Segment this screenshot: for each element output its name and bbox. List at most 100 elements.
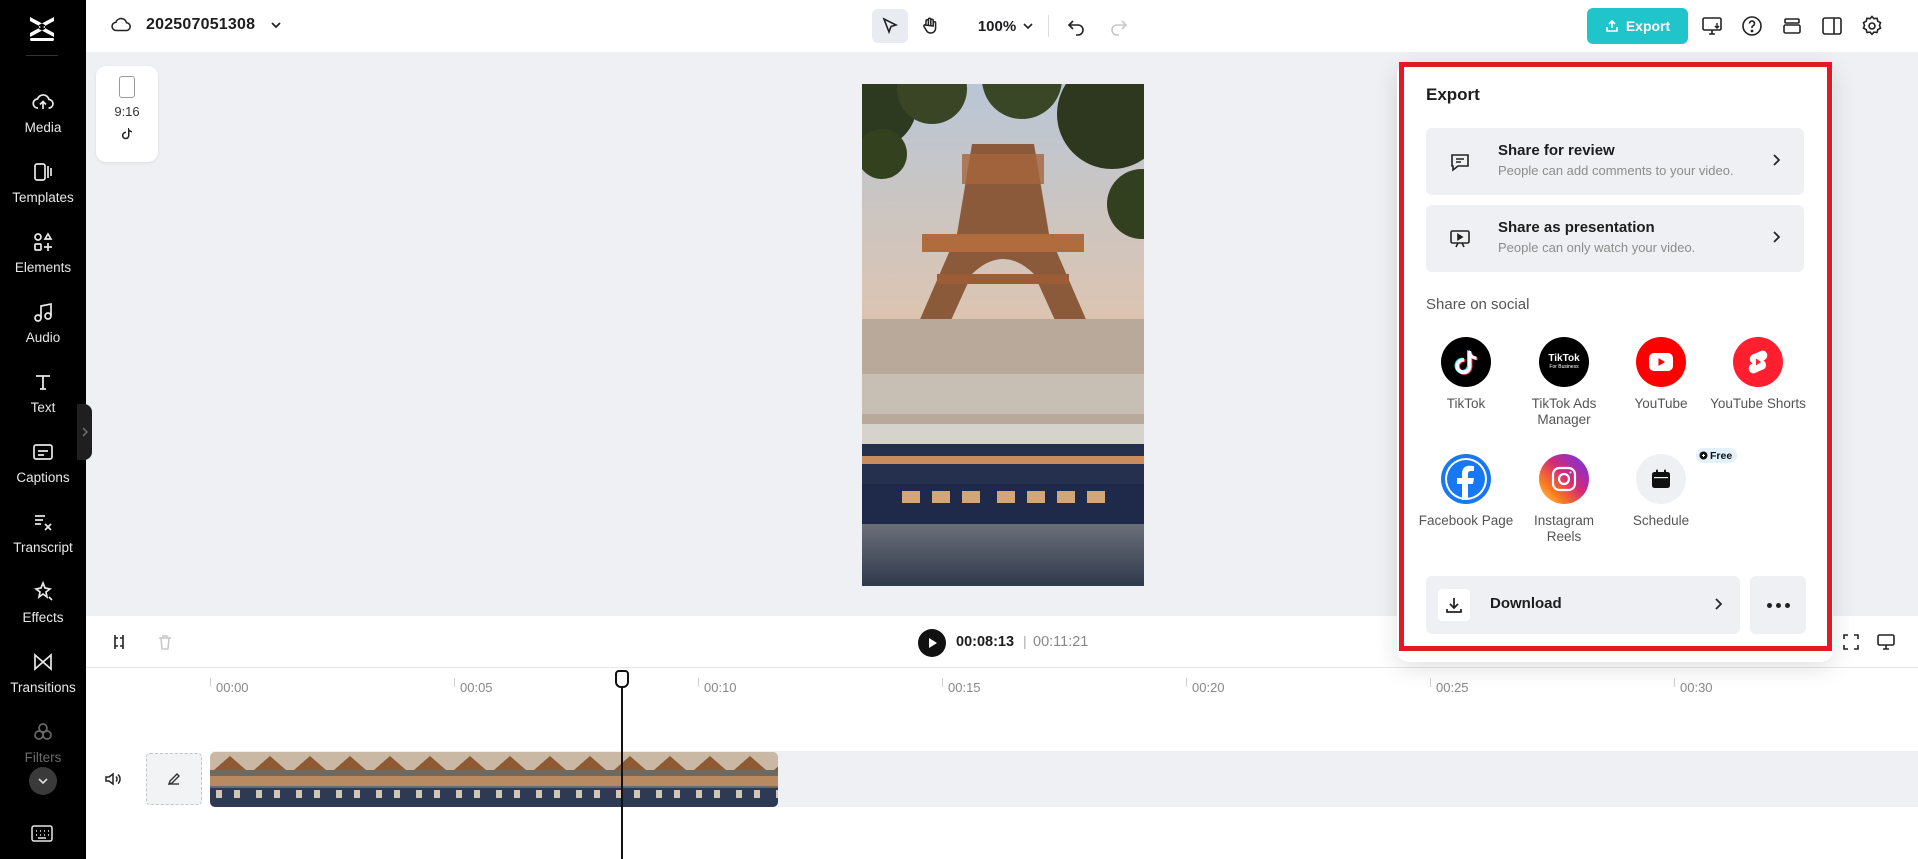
cover-edit-button[interactable] <box>146 753 202 805</box>
chevron-down-icon <box>271 22 281 29</box>
volume-icon[interactable] <box>104 770 122 793</box>
cursor-icon <box>882 17 899 35</box>
aspect-ratio-card[interactable]: 9:16 <box>96 66 158 162</box>
sidebar-item-templates[interactable]: Templates <box>0 156 86 222</box>
logo-text: TikTok <box>1548 352 1580 364</box>
transcript-icon <box>35 515 52 531</box>
present-icon[interactable] <box>1700 14 1724 38</box>
social-label: TikTok <box>1446 396 1486 411</box>
social-facebook-page[interactable]: Facebook Page <box>1418 454 1514 529</box>
download-label: Download <box>1490 595 1562 612</box>
video-clip[interactable] <box>210 752 778 807</box>
current-time: 00:08:13 <box>956 634 1015 650</box>
download-icon <box>1438 589 1470 621</box>
social-label: YouTube Shorts <box>1710 396 1806 411</box>
sidebar-item-text[interactable]: Text <box>0 366 86 432</box>
hand-tool-button[interactable] <box>912 9 948 43</box>
free-badge: Free <box>1696 448 1738 463</box>
left-sidebar: Media Templates Elements Audio Text Capt… <box>0 0 86 859</box>
top-toolbar: 202507051308 100% Export <box>86 0 1918 52</box>
zoom-value: 100% <box>977 17 1017 35</box>
sidebar-item-elements[interactable]: Elements <box>0 226 86 292</box>
redo-button[interactable] <box>1102 9 1136 43</box>
expand-more-button[interactable] <box>29 767 57 795</box>
sidebar-item-label: Effects <box>22 610 64 625</box>
ruler-label: 00:25 <box>1436 680 1469 695</box>
social-label: TikTok Ads Manager <box>1531 396 1597 427</box>
social-schedule[interactable]: Free Schedule <box>1613 448 1738 529</box>
tiktok-icon <box>1441 337 1491 387</box>
sidebar-item-media[interactable]: Media <box>0 86 86 152</box>
time-separator: | <box>1023 633 1027 649</box>
social-instagram-reels[interactable]: Instagram Reels <box>1516 454 1612 545</box>
upload-icon <box>1606 19 1618 32</box>
ruler-label: 00:15 <box>948 680 981 695</box>
split-icon[interactable] <box>110 633 128 656</box>
ruler-tick <box>942 678 943 687</box>
collapse-panel-handle[interactable] <box>77 404 92 460</box>
help-icon[interactable] <box>1740 14 1764 38</box>
chevron-right-icon <box>82 427 88 437</box>
transitions-icon <box>34 653 52 671</box>
timeline[interactable]: 00:00 00:05 00:10 00:15 00:20 00:25 00:3… <box>86 668 1918 859</box>
layers-icon[interactable] <box>1780 14 1804 38</box>
sidebar-item-effects[interactable]: Effects <box>0 576 86 642</box>
tiktok-icon <box>121 127 133 145</box>
monitor-icon[interactable] <box>1876 632 1896 657</box>
sidebar-item-label: Captions <box>16 470 70 485</box>
text-icon <box>36 375 50 390</box>
aspect-ratio-label: 9:16 <box>114 104 140 119</box>
playhead[interactable] <box>621 678 623 859</box>
project-title[interactable]: 202507051308 <box>110 14 283 36</box>
social-youtube[interactable]: YouTube <box>1613 337 1709 412</box>
delete-icon[interactable] <box>156 633 174 656</box>
sidebar-item-label: Transitions <box>10 680 76 695</box>
captions-icon <box>33 444 53 460</box>
presentation-icon <box>1450 230 1470 248</box>
ruler-tick <box>1430 678 1431 687</box>
share-for-review-button[interactable]: Share for review People can add comments… <box>1426 128 1804 195</box>
effects-icon <box>33 580 53 601</box>
phone-icon <box>119 76 135 98</box>
dot <box>1766 602 1772 608</box>
sidebar-item-transcript[interactable]: Transcript <box>0 506 86 572</box>
keyboard-shortcuts-icon[interactable] <box>30 824 54 844</box>
ruler-label: 00:05 <box>460 680 493 695</box>
ruler-label: 00:20 <box>1192 680 1225 695</box>
sidebar-item-label: Filters <box>24 750 62 765</box>
circle-badge-icon <box>1699 451 1708 460</box>
more-options-button[interactable] <box>1750 576 1806 634</box>
logo-subtext: For Business <box>1549 363 1579 370</box>
select-tool-button[interactable] <box>872 9 908 43</box>
capcut-logo[interactable] <box>25 12 59 46</box>
download-button[interactable]: Download <box>1426 576 1740 634</box>
layout-panel-icon[interactable] <box>1820 14 1844 38</box>
export-button-label: Export <box>1625 18 1671 34</box>
pencil-icon <box>167 773 180 786</box>
play-button[interactable] <box>918 629 946 657</box>
music-note-icon <box>34 302 52 322</box>
social-youtube-shorts[interactable]: YouTube Shorts <box>1710 337 1806 412</box>
social-tiktok-ads-manager[interactable]: TikTok For Business TikTok Ads Manager <box>1516 337 1612 428</box>
sidebar-item-captions[interactable]: Captions <box>0 436 86 502</box>
total-time: 00:11:21 <box>1033 634 1089 650</box>
ruler-tick <box>210 678 211 687</box>
social-label: YouTube <box>1634 396 1688 411</box>
chevron-right-icon <box>1773 154 1781 166</box>
social-tiktok[interactable]: TikTok <box>1418 337 1514 412</box>
sidebar-item-transitions[interactable]: Transitions <box>0 646 86 712</box>
chevron-right-icon <box>1715 598 1723 610</box>
sidebar-item-audio[interactable]: Audio <box>0 296 86 362</box>
zoom-dropdown[interactable]: 100% <box>966 9 1046 43</box>
export-button[interactable]: Export <box>1587 8 1688 44</box>
fullscreen-icon[interactable] <box>1842 633 1860 656</box>
share-review-subtitle: People can add comments to your video. <box>1498 163 1734 178</box>
playhead-handle[interactable] <box>615 670 629 688</box>
facebook-icon <box>1441 454 1491 504</box>
settings-icon[interactable] <box>1860 14 1884 38</box>
video-preview[interactable] <box>862 84 1144 586</box>
timeline-ruler[interactable]: 00:00 00:05 00:10 00:15 00:20 00:25 00:3… <box>86 668 1918 708</box>
undo-button[interactable] <box>1059 9 1093 43</box>
share-as-presentation-button[interactable]: Share as presentation People can only wa… <box>1426 205 1804 272</box>
youtube-shorts-icon <box>1733 337 1783 387</box>
